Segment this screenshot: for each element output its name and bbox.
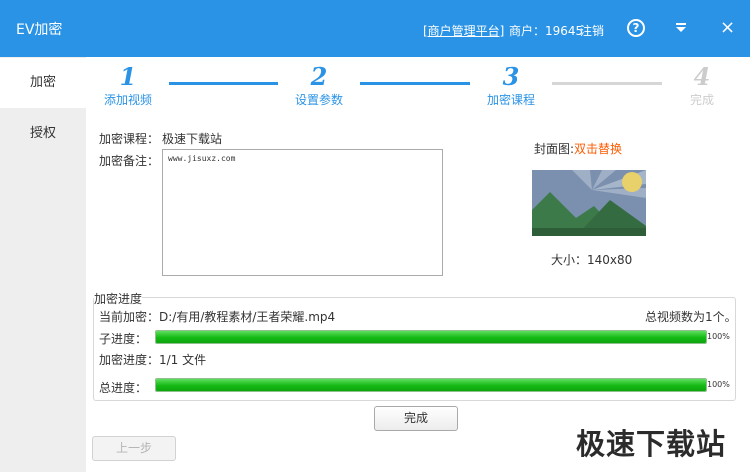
note-label: 加密备注： bbox=[99, 154, 160, 168]
file-progress-text: 加密进度：1/1 文件 bbox=[99, 353, 207, 367]
total-progress-fill bbox=[156, 379, 706, 391]
menu-icon[interactable] bbox=[675, 21, 687, 35]
logout-button[interactable]: 注销 bbox=[580, 22, 604, 39]
note-textarea[interactable]: www.jisuxz.com bbox=[162, 149, 443, 276]
step-label: 添加视频 bbox=[103, 93, 152, 107]
sidebar-item-encrypt[interactable]: 加密 bbox=[0, 58, 86, 108]
current-file-path: D:/有用/教程素材/王者荣耀.mp4 bbox=[159, 310, 336, 324]
total-progress-bar bbox=[155, 378, 707, 392]
finish-button[interactable]: 完成 bbox=[374, 406, 458, 431]
cover-title-prefix: 封面图: bbox=[534, 142, 575, 156]
progress-group-title: 加密进度 bbox=[94, 290, 143, 307]
merchant-platform-link[interactable]: [商户管理平台] bbox=[423, 22, 504, 39]
step-connector bbox=[360, 82, 470, 85]
total-progress-label: 总进度： bbox=[99, 381, 148, 395]
sub-progress-fill bbox=[156, 331, 706, 343]
step-label: 完成 bbox=[689, 93, 714, 107]
main-panel: 1 添加视频 2 设置参数 3 加密课程 4 完成 加密课程： 极速下载站 加密… bbox=[86, 57, 750, 472]
total-progress-percent: 100% bbox=[707, 380, 730, 389]
step-number: 4 bbox=[693, 62, 711, 91]
app-title: EV加密 bbox=[16, 22, 63, 38]
step-connector bbox=[169, 82, 278, 85]
help-icon[interactable]: ? bbox=[627, 19, 645, 37]
step-number: 2 bbox=[310, 62, 328, 91]
step-label: 设置参数 bbox=[294, 93, 343, 107]
total-videos: 总视频数为1个。 bbox=[645, 310, 737, 324]
sub-progress-bar bbox=[155, 330, 707, 344]
step-4: 4 完成 bbox=[657, 63, 747, 108]
merchant-id: 商户：19645 bbox=[509, 24, 584, 38]
step-number: 1 bbox=[119, 62, 137, 91]
step-connector bbox=[552, 82, 662, 85]
sub-progress-percent: 100% bbox=[707, 332, 730, 341]
landscape-icon bbox=[532, 170, 646, 236]
cover-image[interactable] bbox=[532, 170, 646, 236]
sidebar: 加密 授权 bbox=[0, 57, 86, 472]
step-2: 2 设置参数 bbox=[274, 63, 364, 108]
course-label: 加密课程： bbox=[99, 132, 160, 146]
step-1: 1 添加视频 bbox=[83, 63, 173, 108]
step-label: 加密课程 bbox=[486, 93, 535, 107]
current-file-label: 当前加密： bbox=[99, 310, 160, 324]
current-file: 当前加密：D:/有用/教程素材/王者荣耀.mp4 bbox=[99, 308, 335, 325]
sub-progress-label: 子进度： bbox=[99, 332, 148, 346]
watermark-logo: 极速下载站 bbox=[576, 427, 727, 461]
course-value: 极速下载站 bbox=[162, 132, 223, 146]
prev-step-button[interactable]: 上一步 bbox=[92, 436, 176, 461]
step-number: 3 bbox=[502, 62, 520, 91]
cover-title: 封面图:双击替换 bbox=[534, 140, 622, 157]
sidebar-item-authorize[interactable]: 授权 bbox=[0, 109, 86, 159]
cover-replace-link[interactable]: 双击替换 bbox=[574, 142, 622, 156]
cover-size: 大小：140x80 bbox=[551, 253, 633, 267]
close-icon[interactable]: × bbox=[720, 17, 735, 38]
title-bar: EV加密 [商户管理平台] 商户：19645 注销 ? × bbox=[0, 0, 750, 57]
step-3: 3 加密课程 bbox=[466, 63, 556, 108]
